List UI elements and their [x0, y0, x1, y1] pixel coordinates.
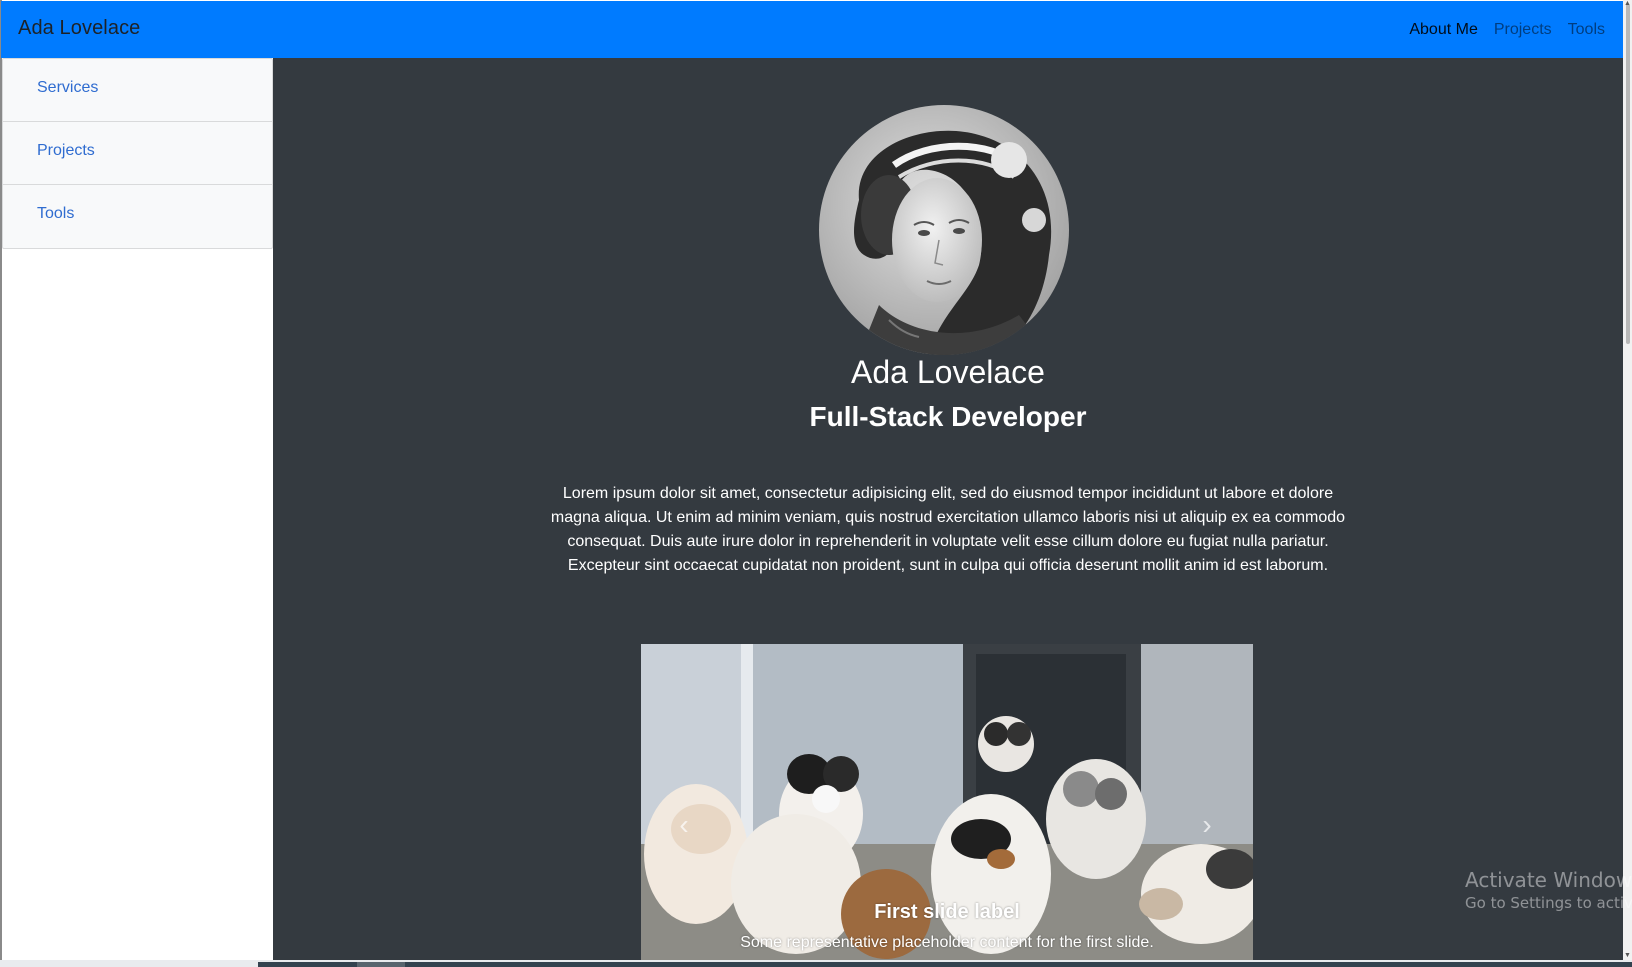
profile-avatar [819, 105, 1069, 355]
watermark-subtitle: Go to Settings to activate [1465, 894, 1632, 912]
top-navbar: Ada Lovelace About Me Projects Tools [1, 1, 1623, 58]
taskbar-active-item[interactable] [357, 962, 405, 967]
profile-bio: Lorem ipsum dolor sit amet, consectetur … [550, 485, 1346, 574]
scroll-down-icon[interactable]: ▼ [1624, 952, 1631, 959]
sidebar-item-services[interactable]: Services [3, 59, 272, 122]
sidebar: Services Projects Tools [2, 58, 273, 960]
nav-link-about-me[interactable]: About Me [1409, 21, 1477, 39]
carousel-caption: First slide label Some representative pl… [641, 901, 1253, 952]
sidebar-item-tools[interactable]: Tools [3, 185, 272, 248]
image-carousel[interactable]: ‹ › First slide label Some representativ… [641, 644, 1253, 960]
sidebar-list: Services Projects Tools [2, 58, 273, 249]
carousel-prev-button[interactable]: ‹ [669, 810, 699, 840]
main-content: Ada Lovelace Full-Stack Developer Lorem … [273, 58, 1623, 960]
browser-viewport: Ada Lovelace About Me Projects Tools ▲ ▼… [0, 0, 1632, 967]
activate-windows-watermark: Activate Windows Go to Settings to activ… [1465, 868, 1632, 912]
profile-name: Ada Lovelace [851, 354, 1045, 390]
chevron-right-icon: › [1202, 809, 1212, 840]
page-scrollbar-thumb[interactable] [1626, 4, 1630, 344]
portrait-image [819, 105, 1069, 355]
navbar-brand[interactable]: Ada Lovelace [18, 17, 140, 40]
sidebar-item-projects[interactable]: Projects [3, 122, 272, 185]
slide-title: First slide label [874, 901, 1020, 923]
chevron-left-icon: ‹ [679, 809, 689, 840]
slide-text: Some representative placeholder content … [740, 934, 1154, 951]
scroll-up-icon[interactable]: ▲ [1624, 0, 1631, 7]
nav-link-tools[interactable]: Tools [1568, 21, 1605, 39]
profile-role: Full-Stack Developer [809, 401, 1087, 432]
nav-link-projects[interactable]: Projects [1494, 21, 1552, 39]
watermark-title: Activate Windows [1465, 868, 1632, 892]
carousel-next-button[interactable]: › [1192, 810, 1222, 840]
navbar-links: About Me Projects Tools [1409, 21, 1605, 39]
taskbar [258, 962, 1632, 967]
